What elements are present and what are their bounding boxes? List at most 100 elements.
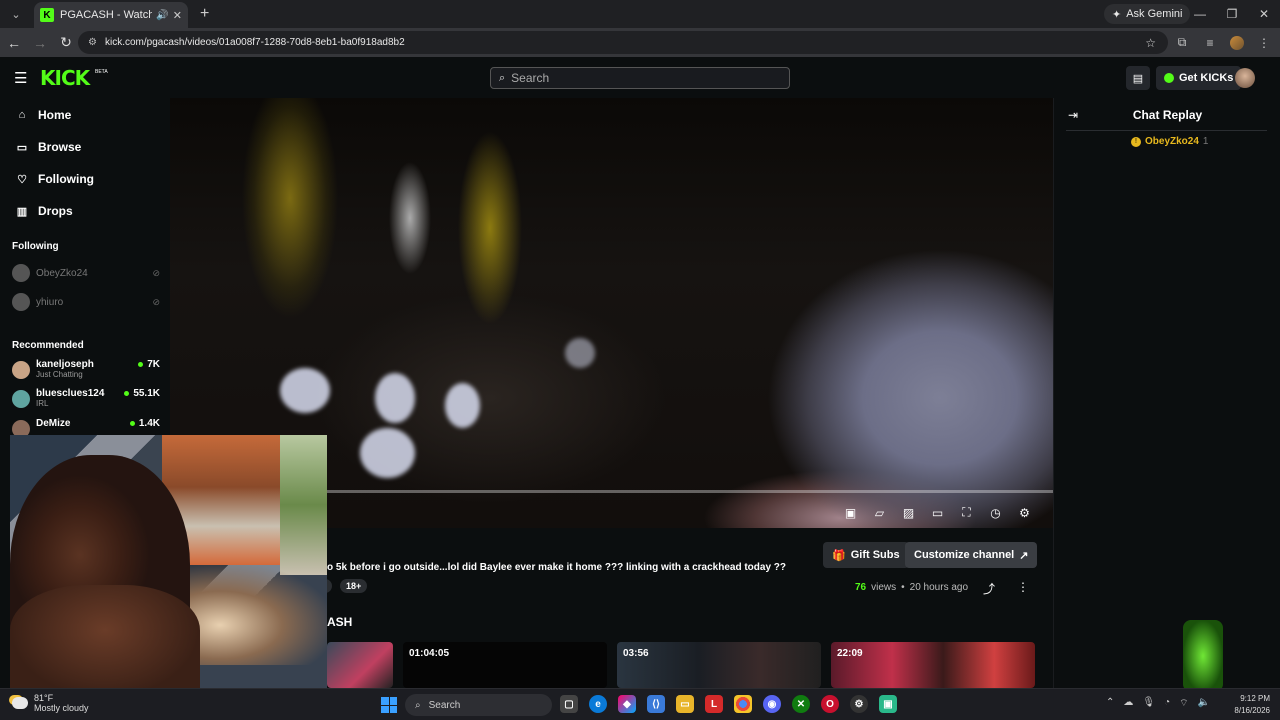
sidebar-item-browse[interactable]: ▭ Browse bbox=[16, 140, 82, 154]
sidebar-item-following[interactable]: ♡ Following bbox=[16, 172, 94, 186]
video-thumbnail[interactable]: 22:09 bbox=[831, 642, 1035, 688]
chat-title: Chat Replay bbox=[1132, 108, 1203, 122]
user-avatar[interactable] bbox=[1235, 68, 1255, 88]
tab-search-icon[interactable]: ⌄ bbox=[4, 4, 28, 24]
reload-icon[interactable]: ↻ bbox=[54, 34, 78, 51]
search-input[interactable]: ⌕ Search bbox=[490, 67, 790, 89]
gift-badge-icon: ! bbox=[1131, 136, 1141, 147]
browse-icon: ▭ bbox=[16, 141, 28, 154]
rewind-icon[interactable]: ◷ bbox=[987, 504, 1004, 521]
recommended-item[interactable]: bluesclues124 IRL 55.1K bbox=[12, 388, 160, 408]
meta-separator: • bbox=[901, 582, 905, 593]
file-explorer-icon[interactable]: ▭ bbox=[676, 695, 694, 713]
video-thumbnail[interactable]: 01:04:05 bbox=[403, 642, 607, 688]
back-icon[interactable]: ← bbox=[2, 35, 26, 51]
chat-divider bbox=[1066, 130, 1267, 131]
app-l-icon[interactable]: L bbox=[705, 695, 723, 713]
taskbar-search-label: Search bbox=[428, 699, 461, 711]
captions-icon[interactable]: ▭ bbox=[929, 504, 946, 521]
get-kicks-label: Get KICKs bbox=[1179, 72, 1234, 84]
customize-channel-button[interactable]: Customize channel ↗ bbox=[905, 542, 1038, 568]
settings-icon[interactable]: ⚙ bbox=[1016, 504, 1033, 521]
recommended-item[interactable]: kaneljoseph Just Chatting 7K bbox=[12, 359, 160, 379]
extensions-icon[interactable]: ⧉ bbox=[1174, 35, 1190, 50]
video-thumbnail[interactable]: 03:56 bbox=[617, 642, 821, 688]
avatar bbox=[12, 293, 30, 311]
bookmark-star-icon[interactable]: ☆ bbox=[1145, 36, 1156, 50]
windows-start-icon[interactable] bbox=[381, 697, 397, 713]
views-label: views bbox=[871, 582, 897, 593]
weather-widget[interactable]: 81°F Mostly cloudy bbox=[12, 693, 89, 713]
browser-menu-icon[interactable]: ⋮ bbox=[1256, 36, 1272, 50]
browser-tab-bar: ⌄ K PGACASH - Watch the VOD 🔊 ✕ + ✦ Ask … bbox=[0, 0, 1280, 28]
video-blob bbox=[445, 383, 480, 428]
kick-logo[interactable]: KICK bbox=[40, 66, 90, 90]
video-thumbnail[interactable] bbox=[327, 642, 393, 688]
layout-toggle-button[interactable]: ▤ bbox=[1126, 66, 1150, 90]
share-icon[interactable]: ⤴ bbox=[983, 580, 995, 597]
close-window-icon[interactable]: ✕ bbox=[1248, 0, 1280, 28]
weather-temp: 81°F bbox=[34, 693, 54, 703]
minimize-icon[interactable]: — bbox=[1184, 0, 1216, 28]
beta-label: BETA bbox=[95, 69, 108, 75]
reading-list-icon[interactable]: ≡ bbox=[1202, 36, 1218, 50]
chat-message[interactable]: ! ObeyZko24 1 bbox=[1131, 136, 1208, 147]
address-bar-row: ← → ↻ ⚙ kick.com/pgacash/videos/01a008f7… bbox=[0, 28, 1280, 57]
following-item[interactable]: ObeyZko24 ⊘ bbox=[12, 264, 160, 282]
tray-app-icon[interactable]: ☁ bbox=[1123, 697, 1133, 710]
profile-avatar-icon[interactable] bbox=[1230, 35, 1244, 50]
visual-studio-icon[interactable]: ⟨⟩ bbox=[647, 695, 665, 713]
clip-icon[interactable]: ▱ bbox=[871, 504, 888, 521]
fullscreen-icon[interactable]: ⛶ bbox=[958, 504, 975, 521]
live-dot-icon bbox=[124, 391, 130, 396]
forward-icon[interactable]: → bbox=[28, 35, 52, 51]
channel-name: DeMize bbox=[36, 418, 71, 429]
opera-icon[interactable]: O bbox=[821, 695, 839, 713]
discord-icon[interactable]: ◉ bbox=[763, 695, 781, 713]
new-tab-button[interactable]: + bbox=[200, 5, 209, 23]
edge-icon[interactable]: e bbox=[589, 695, 607, 713]
offline-icon: ⊘ bbox=[152, 267, 160, 278]
pip-icon[interactable]: ▣ bbox=[842, 504, 859, 521]
audio-playing-icon[interactable]: 🔊 bbox=[156, 10, 168, 21]
video-blob bbox=[360, 428, 415, 478]
following-item[interactable]: yhiuro ⊘ bbox=[12, 293, 160, 311]
app-green-icon[interactable]: ▣ bbox=[879, 695, 897, 713]
tab-pgacash[interactable]: K PGACASH - Watch the VOD 🔊 ✕ bbox=[34, 2, 188, 28]
mature-tag[interactable]: 18+ bbox=[340, 579, 368, 593]
microphone-icon[interactable]: 🎙 bbox=[1142, 697, 1155, 710]
restore-icon[interactable]: ❐ bbox=[1216, 0, 1248, 28]
taskbar-search[interactable]: ⌕ Search bbox=[405, 694, 552, 716]
wifi-icon[interactable]: ⌔ bbox=[1179, 697, 1188, 710]
close-tab-icon[interactable]: ✕ bbox=[173, 9, 182, 22]
more-options-icon[interactable]: ⋮ bbox=[1017, 580, 1029, 594]
following-name: ObeyZko24 bbox=[36, 267, 88, 279]
get-kicks-button[interactable]: Get KICKs bbox=[1156, 66, 1242, 90]
settings-app-icon[interactable]: ⚙ bbox=[850, 695, 868, 713]
tab-title: PGACASH - Watch the VOD bbox=[60, 9, 153, 21]
copilot-icon[interactable]: ◆ bbox=[618, 695, 636, 713]
tray-overflow-icon[interactable]: ⌃ bbox=[1106, 697, 1114, 710]
gift-subs-button[interactable]: 🎁 Gift Subs bbox=[823, 542, 909, 568]
xbox-icon[interactable]: ✕ bbox=[792, 695, 810, 713]
view-count: 76 bbox=[855, 582, 867, 593]
url-field[interactable]: ⚙ kick.com/pgacash/videos/01a008f7-1288-… bbox=[78, 31, 1168, 54]
thumbnail-duration: 22:09 bbox=[837, 648, 863, 659]
channel-name: bluesclues124 bbox=[36, 388, 105, 399]
chrome-icon[interactable] bbox=[734, 695, 752, 713]
tray-wifi-icon[interactable]: ◔ bbox=[1164, 697, 1170, 710]
video-blob bbox=[565, 338, 595, 368]
sidebar-item-drops[interactable]: ▥ Drops bbox=[16, 204, 73, 218]
task-view-icon[interactable]: ▢ bbox=[560, 695, 578, 713]
taskbar-clock[interactable]: 9:12 PM 8/16/2026 bbox=[1226, 693, 1270, 717]
site-info-icon[interactable]: ⚙ bbox=[88, 37, 97, 48]
theatre-icon[interactable]: ▨ bbox=[900, 504, 917, 521]
webcam-overlay bbox=[10, 435, 327, 698]
ask-gemini-button[interactable]: ✦ Ask Gemini bbox=[1104, 4, 1191, 24]
volume-icon[interactable]: 🔈 bbox=[1198, 697, 1210, 710]
search-placeholder: Search bbox=[511, 71, 550, 85]
sidebar-item-home[interactable]: ⌂ Home bbox=[16, 108, 72, 122]
menu-hamburger-icon[interactable]: ☰ bbox=[14, 69, 27, 87]
clock-time: 9:12 PM bbox=[1240, 694, 1270, 703]
chat-username[interactable]: ObeyZko24 bbox=[1145, 136, 1199, 147]
